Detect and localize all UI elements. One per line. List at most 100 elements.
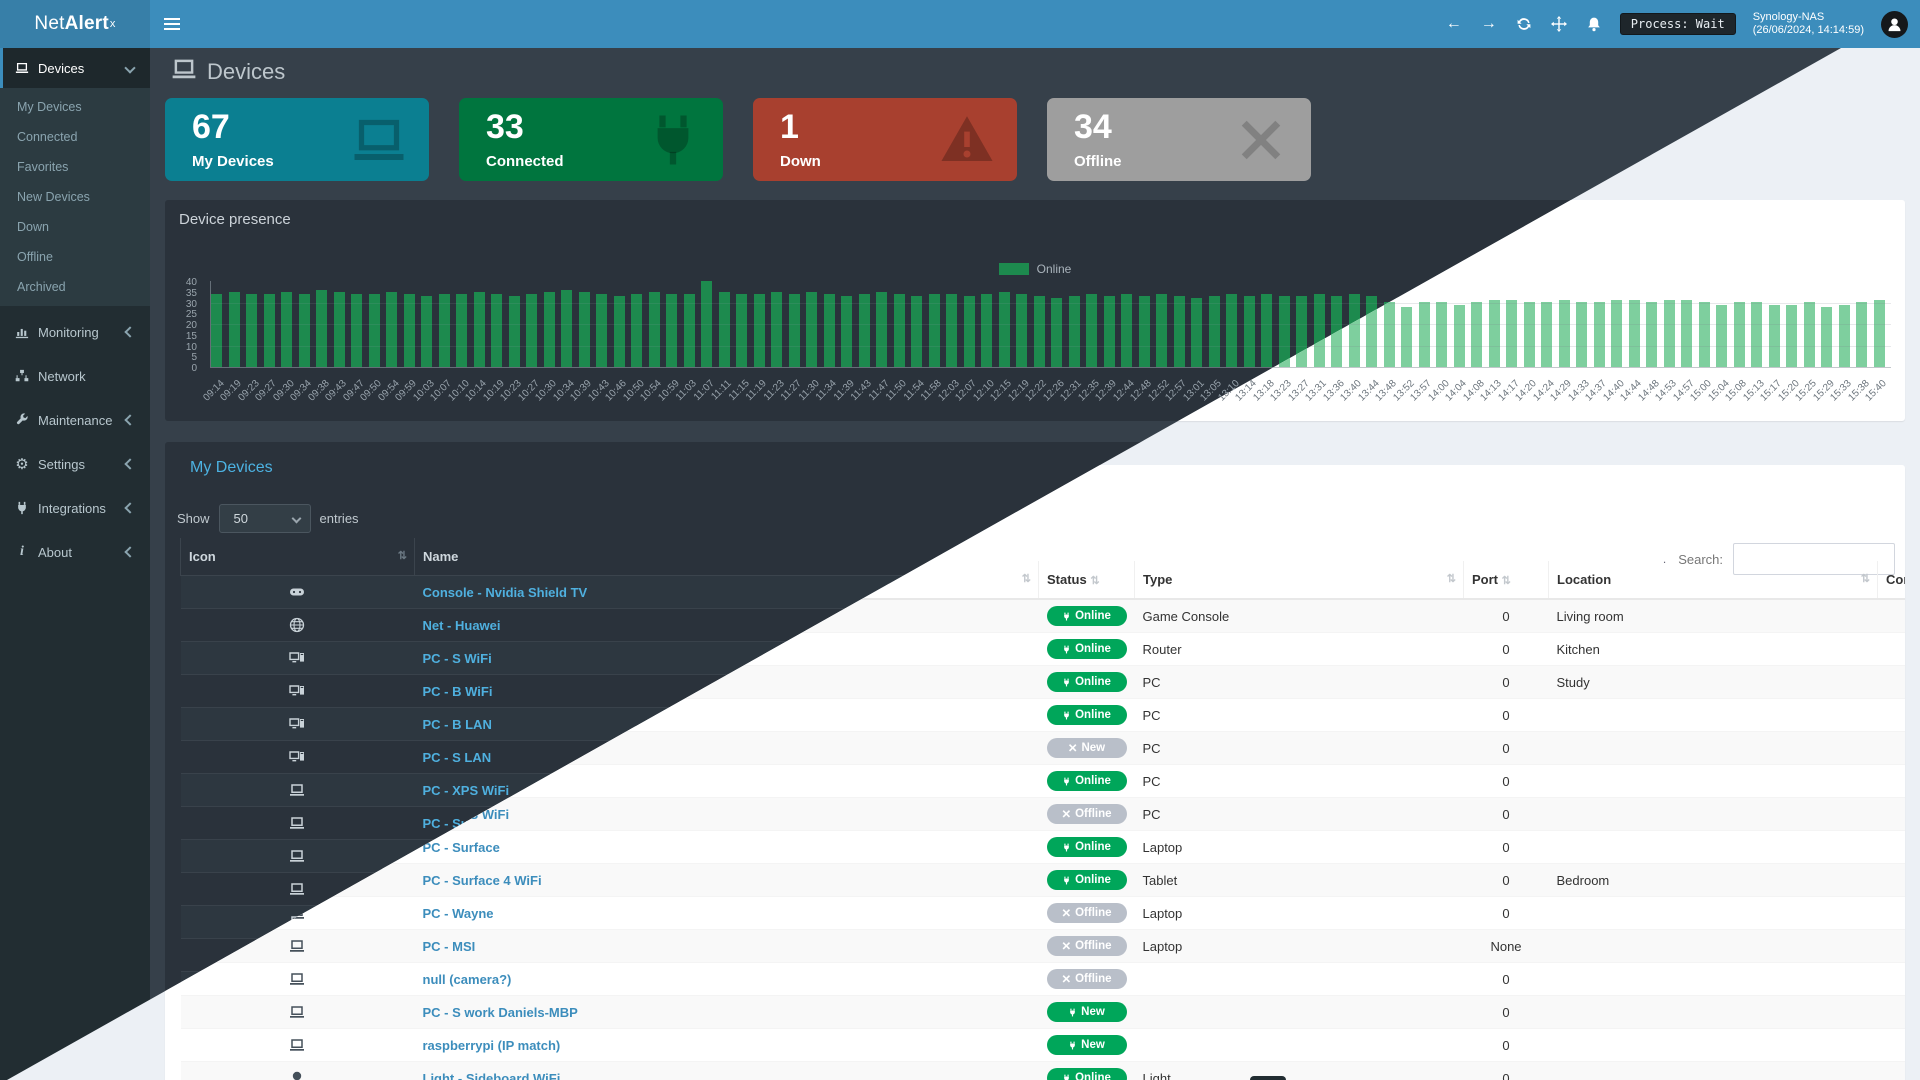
chevron-down-icon — [124, 62, 135, 73]
chart-bar — [1699, 302, 1710, 367]
sidebar-item-maintenance[interactable]: Maintenance — [0, 398, 150, 442]
stat-card-down[interactable]: 1Down — [753, 98, 1017, 181]
pagination-peek[interactable] — [1250, 1076, 1286, 1080]
chart-bar — [1086, 294, 1097, 367]
sidebar-subitem-new-devices[interactable]: New Devices — [0, 182, 150, 212]
column-header-port[interactable]: Port ⇅ — [1464, 561, 1549, 599]
device-location: Living room — [1549, 599, 1878, 633]
sidebar-item-monitoring[interactable]: Monitoring — [0, 310, 150, 354]
stat-card-my-devices[interactable]: 67 My Devices — [165, 98, 429, 181]
status-badge-online: Online — [1047, 606, 1127, 626]
sidebar-item-network[interactable]: Network — [0, 354, 150, 398]
device-name-link[interactable]: Net - Huawei — [423, 618, 501, 633]
chart-bar — [1716, 305, 1727, 367]
chart-bar — [1664, 300, 1675, 367]
device-name-link[interactable]: PC - B WiFi — [423, 684, 493, 699]
device-port: 0 — [1464, 765, 1549, 798]
y-tick: 0 — [167, 363, 197, 374]
device-name-link[interactable]: PC - Wayne — [423, 906, 494, 921]
info-icon: i — [14, 544, 30, 560]
sort-icon[interactable]: ⇅ — [398, 549, 406, 562]
sort-icon[interactable]: ⇅ — [1090, 575, 1098, 587]
sort-icon[interactable]: ⇅ — [1022, 572, 1030, 585]
chart-bar — [211, 294, 222, 367]
chart-bar — [841, 296, 852, 367]
sort-icon[interactable]: ⇅ — [1447, 572, 1455, 585]
device-port: None — [1464, 930, 1549, 963]
chart-bar — [1279, 296, 1290, 367]
device-name-link[interactable]: PC - MSI — [423, 939, 476, 954]
host-timestamp: (26/06/2024, 14:14:59) — [1753, 24, 1864, 36]
sidebar-subitem-down[interactable]: Down — [0, 212, 150, 242]
chart-bar — [1524, 302, 1535, 367]
refresh-icon[interactable] — [1515, 15, 1533, 33]
chart-bar — [1139, 296, 1150, 367]
app-logo[interactable]: NetAlertx — [0, 0, 150, 48]
device-name-link[interactable]: PC - S LAN — [423, 750, 492, 765]
device-name-link[interactable]: PC - Surface 4 WiFi — [423, 873, 542, 888]
stat-label: My Devices — [192, 153, 274, 170]
device-location — [1549, 1029, 1878, 1062]
column-header-location[interactable]: Location⇅ — [1549, 561, 1878, 599]
status-badge-online: Online — [1047, 1068, 1127, 1080]
laptop-icon — [289, 938, 307, 954]
panel-title: My Devices — [190, 459, 273, 477]
sidebar-item-settings[interactable]: ⚙Settings — [0, 442, 150, 486]
chart-bar — [1839, 305, 1850, 367]
gamepad-icon — [289, 584, 307, 600]
device-name-link[interactable]: Light - Sideboard WiFi — [423, 1071, 561, 1080]
sidebar-subitem-favorites[interactable]: Favorites — [0, 152, 150, 182]
chart-bar — [789, 294, 800, 367]
legend-swatch — [999, 263, 1029, 275]
page-size-select[interactable]: 50 — [219, 504, 311, 533]
sort-icon[interactable]: ⇅ — [1861, 572, 1869, 585]
chart-bar — [1769, 305, 1780, 367]
device-name-link[interactable]: PC - S WiFi — [423, 651, 492, 666]
chart-bar — [1541, 302, 1552, 367]
sidebar-subitem-connected[interactable]: Connected — [0, 122, 150, 152]
entries-label: entries — [320, 511, 359, 526]
device-name-link[interactable]: Console - Nvidia Shield TV — [423, 585, 588, 600]
device-location — [1549, 831, 1878, 864]
device-name-link[interactable]: PC - XPS WiFi — [423, 783, 510, 798]
chart-bar — [859, 294, 870, 367]
sort-icon[interactable]: ⇅ — [1502, 575, 1510, 587]
warning-triangle-icon — [939, 112, 995, 168]
device-name-link[interactable]: PC - B LAN — [423, 717, 492, 732]
hamburger-menu-icon[interactable] — [160, 13, 186, 39]
stat-value: 67 — [192, 108, 230, 147]
device-type: Router — [1135, 633, 1464, 666]
move-icon[interactable] — [1550, 15, 1568, 33]
user-avatar[interactable] — [1881, 11, 1908, 38]
device-name-link[interactable]: PC - Surface — [423, 840, 500, 855]
device-name-link[interactable]: null (camera?) — [423, 972, 512, 987]
stat-card-connected[interactable]: 33Connected — [459, 98, 723, 181]
chart-bar — [1506, 300, 1517, 367]
device-type: PC — [1135, 798, 1464, 831]
device-name-link[interactable]: raspberrypi (IP match) — [423, 1038, 561, 1053]
sidebar-subitem-archived[interactable]: Archived — [0, 272, 150, 302]
back-arrow-icon[interactable]: ← — [1445, 15, 1463, 33]
stat-card-offline[interactable]: 34Offline — [1047, 98, 1311, 181]
device-port: 0 — [1464, 666, 1549, 699]
device-name-link[interactable]: PC - S work Daniels-MBP — [423, 1005, 578, 1020]
column-header-status[interactable]: Status ⇅ — [1039, 561, 1135, 599]
stat-label: Down — [780, 153, 821, 170]
chevron-left-icon — [124, 414, 135, 425]
device-type: PC — [1135, 732, 1464, 765]
chart-bar — [1786, 305, 1797, 367]
column-header-icon[interactable]: Icon⇅ — [181, 538, 415, 576]
column-header-type[interactable]: Type⇅ — [1135, 561, 1464, 599]
sidebar-item-integrations[interactable]: Integrations — [0, 486, 150, 530]
sidebar-subitem-offline[interactable]: Offline — [0, 242, 150, 272]
device-port: 0 — [1464, 732, 1549, 765]
forward-arrow-icon[interactable]: → — [1480, 15, 1498, 33]
chart-bar — [1419, 302, 1430, 367]
sidebar-item-devices[interactable]: Devices — [0, 48, 150, 88]
column-header-connections[interactable]: Connections ⇅ — [1878, 561, 1906, 599]
bell-icon[interactable] — [1585, 15, 1603, 33]
chart-bar — [439, 294, 450, 367]
sidebar-subitem-my-devices[interactable]: My Devices — [0, 92, 150, 122]
sidebar-item-about[interactable]: iAbout — [0, 530, 150, 574]
laptop-icon — [289, 848, 307, 864]
